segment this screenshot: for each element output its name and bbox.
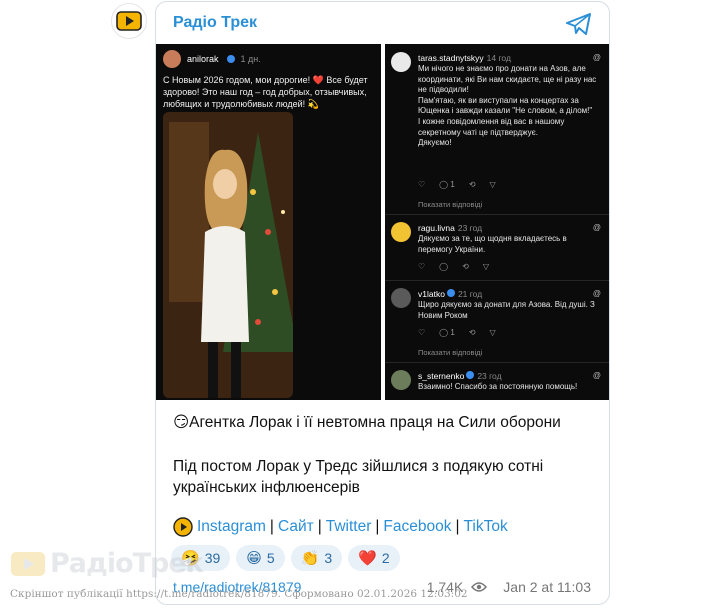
watermark-caption: Скріншот публікації https://t.me/radiotr… [10,588,468,600]
divider [385,362,609,363]
repost-icon[interactable]: ⟲ [469,180,476,189]
share-icon[interactable]: ▽ [483,262,489,271]
avatar [391,288,411,308]
link-twitter[interactable]: Twitter [326,518,372,536]
threads-logo-icon: @ [592,53,601,62]
channel-avatar[interactable] [111,3,147,39]
watermark-wordmark: РадіоТрек [50,548,204,579]
share-icon[interactable]: ▽ [490,328,496,337]
telegram-icon[interactable] [566,13,592,35]
post-date: Jan 2 at 11:03 [503,579,591,595]
threads-logo-icon: @ [592,289,601,298]
comment-user: s_sternenko 23 год [418,371,502,381]
social-links: Instagram | Сайт | Twitter | Facebook | … [173,517,508,537]
link-site[interactable]: Сайт [278,518,314,536]
comment-text: Дякуємо за те, що щодня вкладаєтесь в пе… [418,234,567,254]
link-facebook[interactable]: Facebook [383,518,451,536]
comment-user: ragu.livna 23 год [418,223,483,233]
threads-post-header: anilorak 1 дн. [163,50,261,68]
photo-illustration [163,112,293,398]
comment-text: Взаимно! Спасибо за постоянную помощь! [418,382,578,391]
play-logo-icon [116,11,142,31]
comment-item: taras.stadnytskyy 14 год @ Ми нічого не з… [391,52,605,209]
comment-actions: ♡ ◯ 1 ⟲ ▽ [418,180,496,189]
share-icon[interactable]: ▽ [490,180,496,189]
show-replies-link[interactable]: Показати відповіді [418,348,482,357]
reaction-emoji: ❤️ [358,550,377,567]
comment-actions: ♡ ◯ ⟲ ▽ [418,262,489,271]
reaction-emoji: 😁 [246,550,262,567]
watermark-logo: РадіоТрек [10,548,204,579]
repost-icon[interactable]: ⟲ [462,262,469,271]
threads-post-text: С Новым 2026 годом, мои дорогие! ❤️ Все … [163,75,368,109]
comment-text: Щиро дякуємо за донати для Азова. Від ду… [418,300,595,320]
reaction-grin[interactable]: 😁 5 [236,545,285,571]
link-separator: | [375,518,380,535]
threads-username: anilorak [187,54,219,64]
comment-item: s_sternenko 23 год @ Взаимно! Спасибо за … [391,370,605,398]
reaction-count: 39 [204,550,221,566]
threads-comments-screenshot[interactable]: taras.stadnytskyy 14 год @ Ми нічого не з… [385,44,609,400]
divider [385,214,609,215]
eye-icon [471,582,488,592]
reaction-clap[interactable]: 👏 3 [290,545,343,571]
message-card: Радіо Трек anilorak 1 дн. С Новым 2026 г… [155,1,610,605]
verified-badge-icon [226,55,235,63]
play-logo-icon [11,551,45,576]
avatar [391,370,411,390]
post-description: Під постом Лорак у Тредс зійшлися з подя… [173,458,544,496]
reply-icon[interactable]: ◯ 1 [439,328,455,337]
repost-icon[interactable]: ⟲ [469,328,476,337]
like-icon[interactable]: ♡ [418,328,425,337]
like-icon[interactable]: ♡ [418,262,425,271]
comment-actions: ♡ ◯ 1 ⟲ ▽ [418,328,496,337]
link-separator: | [455,518,460,535]
avatar [391,222,411,242]
threads-post-screenshot[interactable]: anilorak 1 дн. С Новым 2026 годом, мои д… [156,44,381,400]
post-title: 😏Агентка Лорак і її невтомна праця на Си… [173,414,561,431]
reactions-bar: 🤧 39 😁 5 👏 3 ❤️ 2 [171,545,400,571]
play-logo-icon [173,517,193,537]
reply-icon[interactable]: ◯ [439,262,448,271]
reaction-count: 2 [381,550,390,566]
link-separator: | [317,518,322,535]
comment-text: Ми нічого не знаємо про донати на Азов, … [418,64,597,148]
avatar [163,50,181,68]
post-photo [163,112,293,398]
reaction-emoji: 👏 [300,550,320,567]
comment-item: ragu.livna 23 год @ Дякуємо за те, що щод… [391,222,605,278]
reaction-count: 5 [266,550,275,566]
link-tiktok[interactable]: TikTok [464,518,508,536]
threads-post-time: 1 дн. [240,54,261,64]
divider [385,280,609,281]
reaction-heart[interactable]: ❤️ 2 [348,545,400,571]
comment-user: taras.stadnytskyy 14 год [418,53,511,63]
channel-name[interactable]: Радіо Трек [173,14,257,32]
comment-item: v1latko 21 год @ Щиро дякуємо за донати д… [391,288,605,358]
reply-icon[interactable]: ◯ 1 [439,180,455,189]
threads-logo-icon: @ [592,223,601,232]
link-instagram[interactable]: Instagram [197,518,266,536]
reaction-count: 3 [324,550,333,566]
threads-logo-icon: @ [592,371,601,380]
link-separator: | [269,518,274,535]
avatar [391,52,411,72]
comment-user: v1latko 21 год [418,289,483,299]
like-icon[interactable]: ♡ [418,180,425,189]
show-replies-link[interactable]: Показати відповіді [418,200,482,209]
